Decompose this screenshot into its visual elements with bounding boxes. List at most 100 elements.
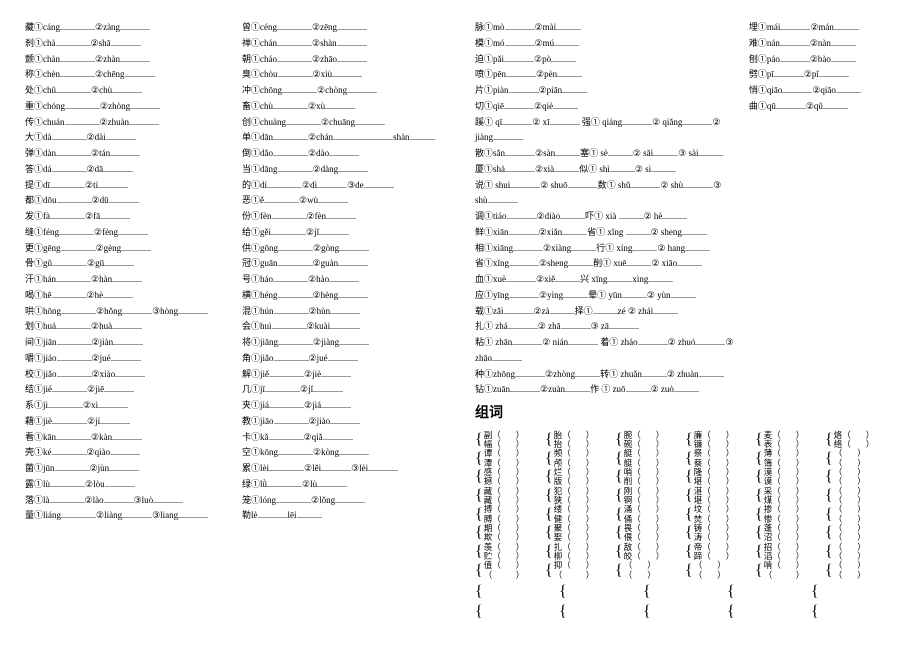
zuci-cell: {采（煤（）） — [755, 487, 825, 506]
zuci-cell: {搏（膊（）） — [475, 505, 545, 524]
zuci-cell: {啃（ （）） — [755, 561, 825, 580]
pinyin-row: 喝①hē②hè — [25, 288, 228, 304]
pinyin-row: 应①yīng②yìng晕① yūn② yùn — [475, 288, 735, 304]
pinyin-row: 露①lù②lòu — [25, 477, 228, 493]
zuci-cell: {隆（堪（）） — [685, 468, 755, 487]
pinyin-row: 累①lèi②lěi③lèi — [242, 461, 445, 477]
pinyin-row: 夹①jiá②jiá — [242, 398, 445, 414]
zuci-cell: {麦（表（）） — [755, 431, 825, 450]
pinyin-row: 教①jiāo②jiào — [242, 414, 445, 430]
pinyin-row: 骨①gǔ②gū — [25, 256, 228, 272]
pinyin-row: 更①gēng②gèng — [25, 241, 228, 257]
pinyin-row: 都①dōu②dū — [25, 193, 228, 209]
pinyin-row: 称①chèn②chēng — [25, 67, 228, 83]
pinyin-row: 扎① zhá② zhā③ zā — [475, 319, 735, 335]
zuci-cell: {蓬（沼（）） — [755, 524, 825, 543]
zuci-cell: {谭（潭（）） — [475, 449, 545, 468]
pinyin-row: 菌①jūn②jùn — [25, 461, 228, 477]
pinyin-row: 刹①chà②shā — [25, 36, 228, 52]
pinyin-row: 脉①mò②mài — [475, 20, 735, 36]
pinyin-row: 刨①páo②bào — [749, 52, 895, 68]
pinyin-row: 空①kōng②kòng — [242, 445, 445, 461]
pinyin-row: 号①háo②hào — [242, 272, 445, 288]
pinyin-row: 迫①pǎi②pò — [475, 52, 735, 68]
pinyin-row: 曲①qū②qǔ — [749, 99, 895, 115]
zuci-cell: {聚（娶（）） — [545, 524, 615, 543]
zuci-cell: { （ （）） — [685, 561, 755, 580]
pinyin-row: 埋①mái②mán — [749, 20, 895, 36]
pinyin-row: 横①héng②hèng — [242, 288, 445, 304]
zuci-cell: {敌（皎（）） — [615, 543, 685, 562]
pinyin-row: 朝①cháo②zhāo — [242, 52, 445, 68]
pinyin-row: 壳①ké②qiào — [25, 445, 228, 461]
zuci-cell: {畏（偎（）） — [615, 524, 685, 543]
pinyin-row: 发①fà②fā — [25, 209, 228, 225]
zuci-cell: {湛（堪（）） — [685, 487, 755, 506]
zuci-cell: {胎（抬（）） — [545, 431, 615, 450]
zuci-cell: {缕（健（）） — [545, 505, 615, 524]
zuci-cell: {扎（柳（）） — [545, 543, 615, 562]
pinyin-row: 倒①dǎo②dào — [242, 146, 445, 162]
pinyin-row: 提①dī②tí — [25, 178, 228, 194]
pinyin-row: 钻①zuān②zuàn作 ① zuō② zuò — [475, 382, 735, 398]
zuci-cell: { （ （）） — [825, 468, 895, 487]
zuci-cell: {抑（ （）） — [545, 561, 615, 580]
zuci-cell: {涌（俑（）） — [615, 505, 685, 524]
pinyin-row: 创①chuàng②chuāng — [242, 115, 445, 131]
pinyin-row: 卡①kǎ②qiǎ — [242, 430, 445, 446]
pinyin-row: 散①sǎn②sàn塞① sè② sāi③ sài — [475, 146, 735, 162]
zuci-cell: { （ （）） — [825, 505, 895, 524]
pinyin-row: 处①chǔ②chù — [25, 83, 228, 99]
zuci-cell: { （ （）） — [825, 524, 895, 543]
zuci-cell: {腕（碗（）） — [615, 431, 685, 450]
zuci-cell: { （ （）） — [825, 487, 895, 506]
pinyin-row: 勒lèlēi — [242, 508, 445, 524]
pinyin-row: 落①là②lào③luò — [25, 493, 228, 509]
pinyin-row: 将①jiāng②jiàng — [242, 335, 445, 351]
pinyin-row: 量①liáng②liàng③liang — [25, 508, 228, 524]
pinyin-row: 的①dí②dì③de — [242, 178, 445, 194]
zuci-cell: {频（颅（）） — [545, 449, 615, 468]
pinyin-row: 角①jiǎo②jué — [242, 351, 445, 367]
zuci-cell: {坟（焚（）） — [685, 505, 755, 524]
zuci-cell: {帝（蹄（）） — [685, 543, 755, 562]
pinyin-row: 混①hún②hùn — [242, 304, 445, 320]
pinyin-row: 给①gěi②jǐ — [242, 225, 445, 241]
pinyin-row: 藉①jiè②jí — [25, 414, 228, 430]
pinyin-row: 汗①hán②hàn — [25, 272, 228, 288]
pinyin-row: 绿①lǜ②lù — [242, 477, 445, 493]
pinyin-row: 相①xiāng②xiàng行① xíng② hang — [475, 241, 735, 257]
pinyin-row: 几①jī②jǐ — [242, 382, 445, 398]
zuci-cell: {掺（惨（）） — [755, 505, 825, 524]
pinyin-row: 重①chóng②zhòng — [25, 99, 228, 115]
zuci-block: {副（幅（））{胎（抬（））{腕（碗（））{廉（镰（））{麦（表（））{烙（络（… — [475, 431, 895, 581]
pinyin-row: 份①fèn②fèn — [242, 209, 445, 225]
pinyin-row: 答①dá②dā — [25, 162, 228, 178]
pinyin-row: 看①kān②kàn — [25, 430, 228, 446]
pinyin-row: 畜①chù②xù — [242, 99, 445, 115]
zuci-cell: {副（幅（）） — [475, 431, 545, 450]
pinyin-row: 曾①céng②zēng — [242, 20, 445, 36]
pinyin-row: 禅①chán②shàn — [242, 36, 445, 52]
pinyin-row: 臭①chòu②xiù — [242, 67, 445, 83]
pinyin-row: 省①xǐng②sheng削① xuē② xiāo — [475, 256, 735, 272]
pinyin-row: 大①dà②dài — [25, 130, 228, 146]
zuci-cell: {烙（络（）） — [825, 431, 895, 450]
zuci-cell: {铸（涛（）） — [685, 524, 755, 543]
pinyin-row: 喷①pēn②pèn — [475, 67, 735, 83]
pinyin-row: 嚼①jiáo②jué — [25, 351, 228, 367]
pinyin-row: 哄①hōng②hǒng③hòng — [25, 304, 228, 320]
zuci-cell: { （ （）） — [825, 543, 895, 562]
pinyin-row: 种①zhōng②zhòng转① zhuǎn② zhuàn — [475, 367, 735, 383]
zuci-cell: {哨（削（）） — [615, 468, 685, 487]
pinyin-row: 弹①dàn②tán — [25, 146, 228, 162]
zuci-cell: {刚（锕（）） — [615, 487, 685, 506]
pinyin-row: 冠①guān②guàn — [242, 256, 445, 272]
pinyin-row: 血①xuè②xiě兴 xīngxìng — [475, 272, 735, 288]
pinyin-row: 模①mó②mú — [475, 36, 735, 52]
pinyin-row: 当①dāng②dàng — [242, 162, 445, 178]
pinyin-row: 缝①féng②fèng — [25, 225, 228, 241]
pinyin-row: 传①chuán②zhuàn — [25, 115, 228, 131]
zuci-cell: {期（欺（）） — [475, 524, 545, 543]
pinyin-row: 粘① zhān② nián 着① zháo② zhuó③ zhāo — [475, 335, 735, 367]
